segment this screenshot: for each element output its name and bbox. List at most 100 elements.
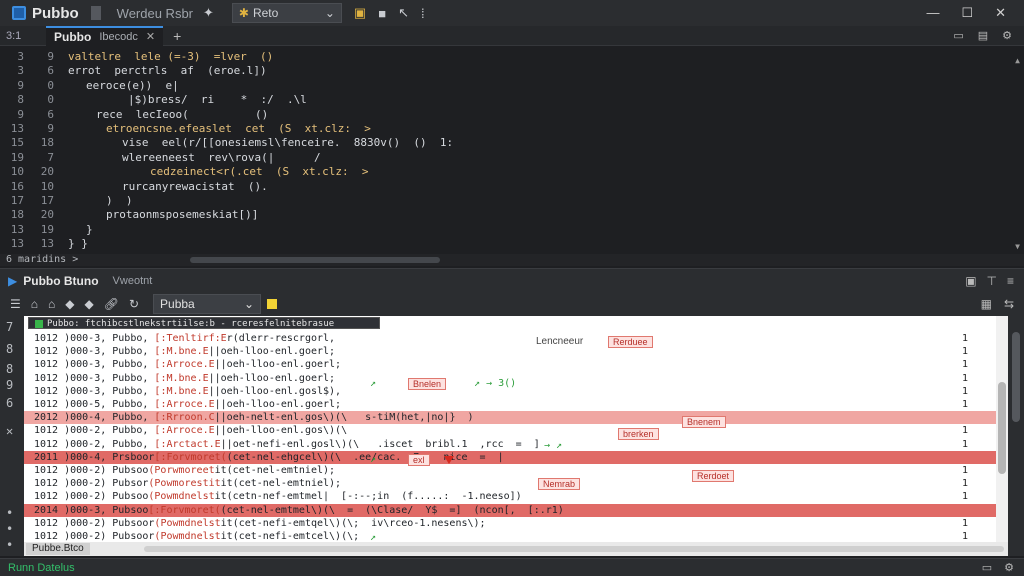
code-line[interactable]: 9 6 rece lecIeoo( () <box>0 108 1000 122</box>
close-button[interactable]: ✕ <box>995 5 1006 21</box>
filter-chip[interactable]: Pubbe.Btco <box>26 543 90 555</box>
code-text: protaonmsposemeskiat[)] <box>106 208 259 222</box>
build-icon[interactable]: ▣ <box>354 5 366 21</box>
console-row[interactable]: 1012 )000-3, Pubbo, [:M.bne.E||oeh-lloo-… <box>24 345 1008 358</box>
pin-icon[interactable]: ⊤ <box>987 274 997 288</box>
new-tab-button[interactable]: + <box>173 28 181 44</box>
console-row[interactable]: 1012 )000-5, Pubbo, [:Arroce.E||oeh-lloo… <box>24 398 1008 411</box>
panel-scroll-thumb[interactable] <box>1012 332 1020 422</box>
split-icon[interactable]: ▤ <box>978 29 988 42</box>
editor-vertical-scrollbar[interactable]: ▲ ▼ <box>1014 56 1020 251</box>
run-panel-title[interactable]: Pubbo Btuno <box>23 274 98 288</box>
console-row-text: 1012 )000-2) Pubsoo(Powmdnelstit(cetn-ne… <box>34 491 522 503</box>
console-row[interactable]: 1012 )000-2) Pubsoor(Powmdnelstit(cet-ne… <box>24 517 1008 530</box>
code-line[interactable]: 16 10 rurcanyrewacistat (). <box>0 180 1000 194</box>
error-tag[interactable]: Bnelen <box>408 378 447 390</box>
console-row[interactable]: 1012 )000-2, Pubbo, [:Arctact.E||oet-nef… <box>24 438 1008 451</box>
console-row[interactable]: 1012 )000-2, Pubbo, [:Arroce.E||oeh-lloo… <box>24 424 1008 437</box>
settings-icon[interactable]: ⚙ <box>1002 29 1012 42</box>
fold-number: 7 <box>47 150 54 164</box>
project-name[interactable]: Werdeu Rsbr <box>117 6 193 21</box>
run-config-select[interactable]: ✱ Reto ⌄ <box>231 3 342 23</box>
fold-number: 9 <box>47 122 54 135</box>
console-row[interactable]: 1012 )000-2) Pubsoo(Porwmoreetit(cet-nel… <box>24 464 1008 477</box>
console-row[interactable]: 2012 )000-4, Pubbo, [:Rrroon.C||oeh-nelt… <box>24 411 1008 425</box>
minimize-button[interactable]: — <box>926 5 939 21</box>
console-scroll-thumb[interactable] <box>998 382 1006 474</box>
console-row[interactable]: 1012 )000-3, Pubbo, [:Arroce.E||oeh-lloo… <box>24 358 1008 371</box>
code-editor[interactable]: 3 9 valtelre lele (=-3) =lver () 3 6 errot pe… <box>0 46 1024 254</box>
more-icon[interactable]: ⁞ <box>421 6 425 21</box>
wrap-icon[interactable]: ⇆ <box>1004 297 1014 311</box>
home-icon[interactable]: ⌂ <box>31 297 38 311</box>
console-row[interactable]: 1012 )000-2) Pubsoo(Powmdnelstit(cetn-ne… <box>24 490 1008 503</box>
tab-secondary[interactable]: Vweotnt <box>113 275 153 287</box>
code-line[interactable]: 17 17) ) <box>0 194 1000 208</box>
code-line[interactable]: 15 18 vise eel(r/[[onesiemsl\fenceire. 883… <box>0 136 1000 150</box>
layout-icon[interactable]: ▦ <box>981 297 992 311</box>
console-vertical-scrollbar[interactable] <box>996 316 1008 542</box>
code-line[interactable]: 3 6 errot perctrls af (eroe.l]) <box>0 64 1000 78</box>
console-horizontal-scrollbar[interactable] <box>144 546 1004 552</box>
console-row[interactable]: 2014 )000-3, Pubsoo[:Forvmoret((cet-nel-… <box>24 503 1008 517</box>
console-row[interactable]: 1012 )000-2) Pubsor(Powmorestitit(cet-ne… <box>24 477 1008 490</box>
scroll-down-icon[interactable]: ▼ <box>1015 242 1020 251</box>
console-filter-label: Pubba <box>160 297 195 311</box>
console-row[interactable]: 2011 )000-4, Prsboor[:Forvmoret((cet-nel… <box>24 450 1008 464</box>
console-row-text: 1012 )000-3, Pubbo, [:Tenltirf:Er(dlerr-… <box>34 333 336 344</box>
house-icon[interactable]: ⌂ <box>48 297 55 311</box>
code-line[interactable]: 18 20 protaonmsposemeskiat[)] <box>0 208 1000 222</box>
code-line[interactable]: 10 20 cedzeinect<r(.cet (S xt.clz: > <box>0 165 1000 179</box>
fold-number: 0 <box>47 93 54 107</box>
error-tag[interactable]: Nemrab <box>538 478 581 490</box>
run-icon[interactable]: ▶ <box>8 274 17 288</box>
list-icon[interactable]: ☰ <box>10 297 21 311</box>
warning-flag-icon[interactable] <box>267 299 278 309</box>
code-line[interactable]: 8 0 |$)bress/ ri * :/ .\l <box>0 93 1000 107</box>
scroll-up-icon[interactable]: ▲ <box>1015 56 1020 65</box>
error-tag[interactable]: brerken <box>618 428 659 440</box>
editor-horizontal-scrollbar[interactable]: 6 maridins > <box>0 254 1024 266</box>
link-icon[interactable]: 🔗︎ <box>104 297 119 311</box>
console-row-count: 1 <box>961 425 968 437</box>
console-row-text: 2011 )000-4, Prsboor[:Forvmoret((cet-nel… <box>34 451 504 463</box>
menu-icon[interactable]: ≡ <box>1007 274 1014 288</box>
tag-icon[interactable]: ◆ <box>65 297 74 311</box>
hscroll-thumb[interactable] <box>190 257 440 263</box>
error-tag[interactable]: Rerduee <box>608 336 653 348</box>
console-row-text: 2014 )000-3, Pubsoo[:Forvmoret((cet-nel-… <box>34 504 564 516</box>
gear-icon[interactable]: ⚙ <box>1004 561 1014 574</box>
diamond-icon[interactable]: ◆ <box>85 297 94 311</box>
puzzle-icon[interactable]: ✦ <box>203 5 214 21</box>
console-row[interactable]: 1012 )000-3, Pubbo, [:Tenltirf:Er(dlerr-… <box>24 332 1008 345</box>
line-number: 13 <box>10 222 24 236</box>
tab-close-icon[interactable]: ✕ <box>146 30 155 43</box>
debug-icon[interactable]: ↖ <box>398 5 409 21</box>
panel-scrollbar[interactable] <box>1008 316 1024 556</box>
gutter-bullet: • <box>6 522 14 536</box>
code-line[interactable]: 13 13} } <box>0 237 1000 251</box>
code-line[interactable]: 13 19} <box>0 223 1000 237</box>
console-row-text: 2012 )000-4, Pubbo, [:Rrroon.C||oeh-nelt… <box>34 412 474 424</box>
run-toolbar: ☰ ⌂ ⌂ ◆ ◆ 🔗︎ ↻ Pubba ⌄ ▦ ⇆ <box>0 292 1024 316</box>
terminal-icon[interactable]: ▭ <box>982 561 992 574</box>
code-line[interactable]: 19 7 wlereeneest rev\rova(| / <box>0 151 1000 165</box>
error-tag[interactable]: Bnenem <box>682 416 726 428</box>
error-tag[interactable]: Rerdoet <box>692 470 735 482</box>
expand-icon[interactable]: ✕ <box>6 424 13 438</box>
console-output[interactable]: Pubbo: ftchibcstlnekstrtiilse:b - rceres… <box>24 316 1008 542</box>
error-tag[interactable]: exl <box>408 454 430 466</box>
code-line[interactable]: 3 9 valtelre lele (=-3) =lver () <box>0 50 1000 64</box>
code-text: eeroce(e)) e| <box>86 78 179 92</box>
console-filter-select[interactable]: Pubba ⌄ <box>153 294 262 314</box>
console-row[interactable]: 1012 )000-2) Pubsoor(Powmdnelstit(cet-ne… <box>24 530 1008 542</box>
copy-icon[interactable]: ▣ <box>965 274 976 288</box>
tab-pubbo[interactable]: Pubbo Ibecodc ✕ <box>46 25 164 46</box>
folder-icon[interactable]: ▭ <box>953 29 963 42</box>
refresh-icon[interactable]: ↻ <box>129 297 139 311</box>
stop-icon[interactable]: ■ <box>378 6 386 21</box>
code-line[interactable]: 13 9 etroencsne.efeaslet cet (S xt.clz: > <box>0 122 1000 136</box>
maximize-button[interactable]: ☐ <box>961 5 973 21</box>
code-line[interactable]: 9 0 eeroce(e)) e| <box>0 79 1000 93</box>
gutter-mark: 9 <box>6 378 14 392</box>
